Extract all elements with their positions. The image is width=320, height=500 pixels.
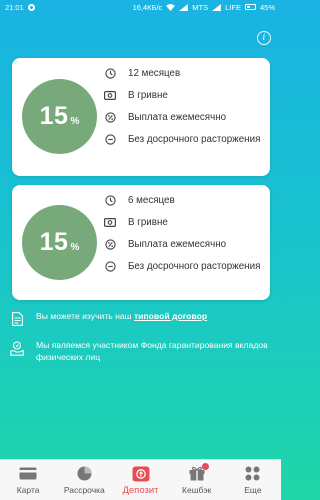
minus-circle-icon	[104, 260, 116, 272]
contract-note: Вы можете изучить наш типовой договор	[10, 311, 270, 327]
gift-icon	[189, 463, 209, 482]
signal-icon	[179, 3, 189, 11]
minus-circle-icon	[104, 133, 116, 145]
signal-icon	[212, 3, 222, 11]
document-icon	[10, 311, 24, 327]
deposit-terms: 6 месяцев В гривне Выплата ежемесячно Бе…	[104, 194, 264, 284]
card-icon	[19, 465, 37, 482]
tab-deposit[interactable]: Депозит	[112, 460, 168, 500]
notification-icon	[27, 3, 35, 11]
tab-label: Еще	[244, 485, 262, 495]
tab-more[interactable]: Еще	[225, 460, 281, 500]
wifi-icon	[166, 3, 176, 11]
currency-label: В гривне	[128, 90, 168, 101]
term-label: 12 месяцев	[128, 68, 181, 79]
status-bar: 21:01 16,4КБ/с MTS LIFE 45%	[0, 0, 281, 14]
withdrawal-label: Без досрочного расторжения	[128, 261, 261, 272]
payout-label: Выплата ежемесячно	[128, 239, 227, 250]
battery-level: 45%	[259, 2, 275, 12]
term-row: Без досрочного расторжения	[104, 133, 264, 157]
term-row: В гривне	[104, 216, 264, 238]
contract-prefix: Вы можете изучить наш	[36, 311, 132, 321]
rate-circle: 15 %	[22, 79, 97, 154]
tab-label: Карта	[16, 485, 40, 495]
tab-label: Рассрочка	[63, 485, 105, 495]
fund-text: Мы являемся участником Фонда гарантирова…	[36, 340, 268, 362]
carrier-1: MTS	[192, 2, 209, 12]
battery-icon	[244, 4, 256, 10]
deposit-card[interactable]: 15 % 12 месяцев В гривне Выплата ежемеся…	[12, 58, 270, 176]
contract-link[interactable]: типовой договор	[134, 311, 207, 321]
rate-unit: %	[70, 115, 80, 127]
clock-icon	[104, 67, 116, 79]
rate-circle: 15 %	[22, 205, 97, 280]
term-label: 6 месяцев	[128, 195, 175, 206]
bottom-tab-bar: Карта Рассрочка Депозит Кешбэк Еще	[0, 459, 281, 500]
term-row: 6 месяцев	[104, 194, 264, 216]
tab-cashback[interactable]: Кешбэк	[169, 460, 225, 500]
rate-value: 15	[39, 102, 69, 130]
percent-icon	[104, 238, 116, 250]
fund-note: Мы являемся участником Фонда гарантирова…	[10, 340, 270, 363]
carrier-2: LIFE	[225, 2, 241, 12]
tab-installments[interactable]: Рассрочка	[56, 460, 112, 500]
notification-badge	[201, 463, 209, 470]
tab-label: Депозит	[122, 485, 159, 496]
payout-label: Выплата ежемесячно	[128, 112, 227, 123]
deposit-card[interactable]: 15 % 6 месяцев В гривне Выплата ежемесяч…	[12, 185, 270, 300]
more-icon	[245, 465, 260, 482]
term-row: Без досрочного расторжения	[104, 260, 264, 284]
term-row: В гривне	[104, 89, 264, 111]
rate-value: 15	[39, 228, 69, 256]
withdrawal-label: Без досрочного расторжения	[128, 134, 261, 145]
contract-text: Вы можете изучить наш типовой договор	[36, 311, 207, 323]
term-row: Выплата ежемесячно	[104, 111, 264, 133]
deposit-terms: 12 месяцев В гривне Выплата ежемесячно Б…	[104, 67, 264, 157]
network-speed: 16,4КБ/с	[132, 2, 163, 12]
percent-icon	[104, 111, 116, 123]
status-time: 21:01	[5, 2, 24, 12]
currency-label: В гривне	[128, 217, 168, 228]
pie-chart-icon	[77, 465, 92, 482]
term-row: 12 месяцев	[104, 67, 264, 89]
tab-label: Кешбэк	[182, 485, 212, 495]
tab-card[interactable]: Карта	[0, 460, 56, 500]
term-row: Выплата ежемесячно	[104, 238, 264, 260]
clock-icon	[104, 194, 116, 206]
banknote-icon	[104, 216, 116, 228]
info-icon[interactable]: i	[257, 31, 271, 45]
banknote-icon	[104, 89, 116, 101]
shield-hand-icon	[10, 340, 24, 356]
rate-unit: %	[70, 241, 80, 253]
deposit-icon	[132, 465, 150, 482]
